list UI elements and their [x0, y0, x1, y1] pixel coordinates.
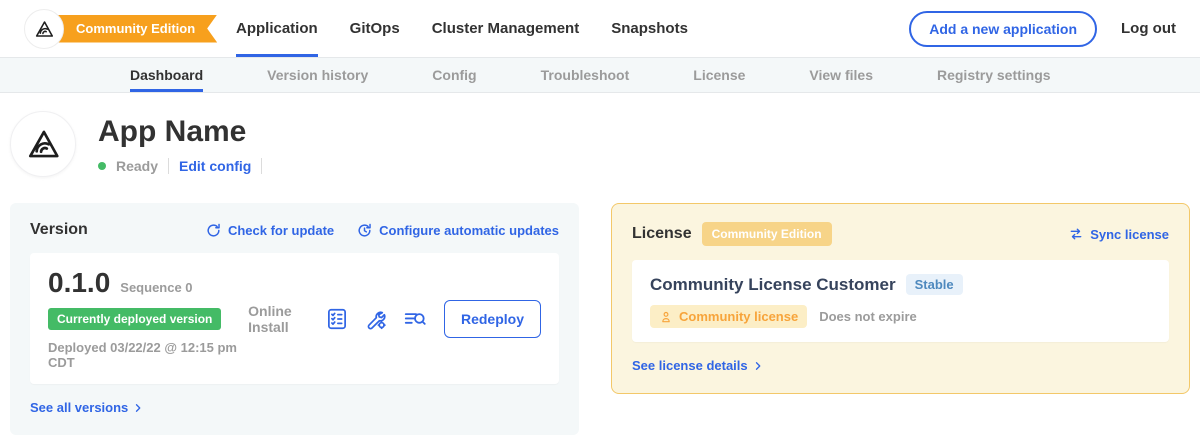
- subtab-license[interactable]: License: [693, 58, 745, 92]
- license-card-title: License: [632, 225, 692, 243]
- version-number-row: 0.1.0 Sequence 0: [48, 267, 248, 299]
- see-license-details-link[interactable]: See license details: [632, 358, 764, 373]
- divider: [261, 158, 262, 174]
- replicated-logo: [24, 9, 64, 49]
- community-edition-ribbon: Community Edition: [46, 15, 217, 43]
- top-navbar: Community Edition Application GitOps Clu…: [0, 0, 1200, 57]
- add-new-application-button[interactable]: Add a new application: [909, 11, 1097, 47]
- see-all-versions-link[interactable]: See all versions: [30, 400, 144, 415]
- dashboard-cards: Version Check for update: [10, 203, 1190, 435]
- sequence-label: Sequence 0: [120, 280, 192, 295]
- app-avatar: [10, 111, 76, 177]
- chevron-right-icon: [132, 402, 144, 414]
- version-card-header: Version Check for update: [30, 221, 559, 239]
- version-number: 0.1.0: [48, 267, 110, 299]
- subtab-dashboard[interactable]: Dashboard: [130, 58, 203, 92]
- install-type-label: Online Install: [248, 303, 308, 335]
- edit-config-values-button[interactable]: [363, 306, 389, 332]
- subtab-troubleshoot[interactable]: Troubleshoot: [541, 58, 630, 92]
- license-type-badge: Community license: [650, 305, 807, 328]
- tab-application[interactable]: Application: [236, 0, 318, 57]
- topnav-right: Add a new application Log out: [909, 11, 1176, 47]
- app-logo-icon: [24, 125, 62, 163]
- license-type-row: Community license Does not expire: [650, 305, 1151, 328]
- app-title-block: App Name Ready Edit config: [98, 111, 262, 174]
- license-details-panel: Community License Customer Stable Commun…: [632, 260, 1169, 342]
- deployed-timestamp: Deployed 03/22/22 @ 12:15 pm CDT: [48, 340, 248, 370]
- tab-cluster-management[interactable]: Cluster Management: [432, 0, 580, 57]
- person-icon: [659, 310, 673, 324]
- see-license-details-label: See license details: [632, 358, 748, 373]
- sync-license-link[interactable]: Sync license: [1068, 226, 1169, 242]
- chevron-right-icon: [752, 360, 764, 372]
- version-actions: Online Install: [248, 300, 541, 338]
- license-card: License Community Edition Sync license C…: [611, 203, 1190, 394]
- tab-gitops[interactable]: GitOps: [350, 0, 400, 57]
- edit-config-link[interactable]: Edit config: [179, 158, 251, 174]
- ready-status-dot: [98, 162, 106, 170]
- sync-arrows-icon: [1068, 226, 1084, 242]
- divider: [168, 158, 169, 174]
- subtab-registry-settings[interactable]: Registry settings: [937, 58, 1051, 92]
- subtab-config[interactable]: Config: [432, 58, 476, 92]
- check-for-update-label: Check for update: [228, 223, 334, 238]
- wrench-gear-icon: [363, 306, 389, 332]
- refresh-icon: [205, 222, 222, 239]
- version-info: 0.1.0 Sequence 0 Currently deployed vers…: [48, 267, 248, 370]
- dashboard-main: App Name Ready Edit config Version: [0, 111, 1200, 435]
- brand: Community Edition: [24, 9, 184, 49]
- redeploy-button[interactable]: Redeploy: [444, 300, 541, 338]
- currently-deployed-badge: Currently deployed version: [48, 308, 221, 330]
- app-status-row: Ready Edit config: [98, 158, 262, 174]
- customer-name: Community License Customer: [650, 275, 896, 295]
- license-expiry: Does not expire: [819, 309, 917, 324]
- license-type-label: Community license: [679, 309, 798, 324]
- check-for-update-link[interactable]: Check for update: [205, 222, 334, 239]
- release-notes-button[interactable]: [324, 306, 350, 332]
- version-card-title: Version: [30, 221, 88, 239]
- version-card-actions: Check for update Configure automatic upd…: [205, 222, 559, 239]
- checklist-icon: [324, 306, 350, 332]
- configure-automatic-updates-link[interactable]: Configure automatic updates: [356, 222, 559, 239]
- version-card: Version Check for update: [10, 203, 579, 435]
- license-title-group: License Community Edition: [632, 222, 832, 246]
- page-title: App Name: [98, 115, 262, 149]
- clock-refresh-icon: [356, 222, 373, 239]
- subtab-version-history[interactable]: Version history: [267, 58, 368, 92]
- channel-badge: Stable: [906, 274, 963, 295]
- app-status-label: Ready: [116, 158, 158, 174]
- license-customer-row: Community License Customer Stable: [650, 274, 1151, 295]
- subtab-view-files[interactable]: View files: [809, 58, 873, 92]
- configure-automatic-updates-label: Configure automatic updates: [379, 223, 559, 238]
- app-subnav: Dashboard Version history Config Trouble…: [0, 57, 1200, 93]
- view-diff-button[interactable]: [402, 306, 428, 332]
- license-card-header: License Community Edition Sync license: [632, 222, 1169, 246]
- primary-nav: Application GitOps Cluster Management Sn…: [236, 0, 688, 57]
- app-header: App Name Ready Edit config: [10, 111, 1190, 177]
- replicated-logo-icon: [33, 18, 55, 40]
- logout-link[interactable]: Log out: [1121, 20, 1176, 37]
- tab-snapshots[interactable]: Snapshots: [611, 0, 688, 57]
- see-all-versions-label: See all versions: [30, 400, 128, 415]
- lines-magnifier-icon: [402, 306, 428, 332]
- sync-license-label: Sync license: [1090, 227, 1169, 242]
- community-edition-badge: Community Edition: [702, 222, 832, 246]
- current-version-panel: 0.1.0 Sequence 0 Currently deployed vers…: [30, 253, 559, 384]
